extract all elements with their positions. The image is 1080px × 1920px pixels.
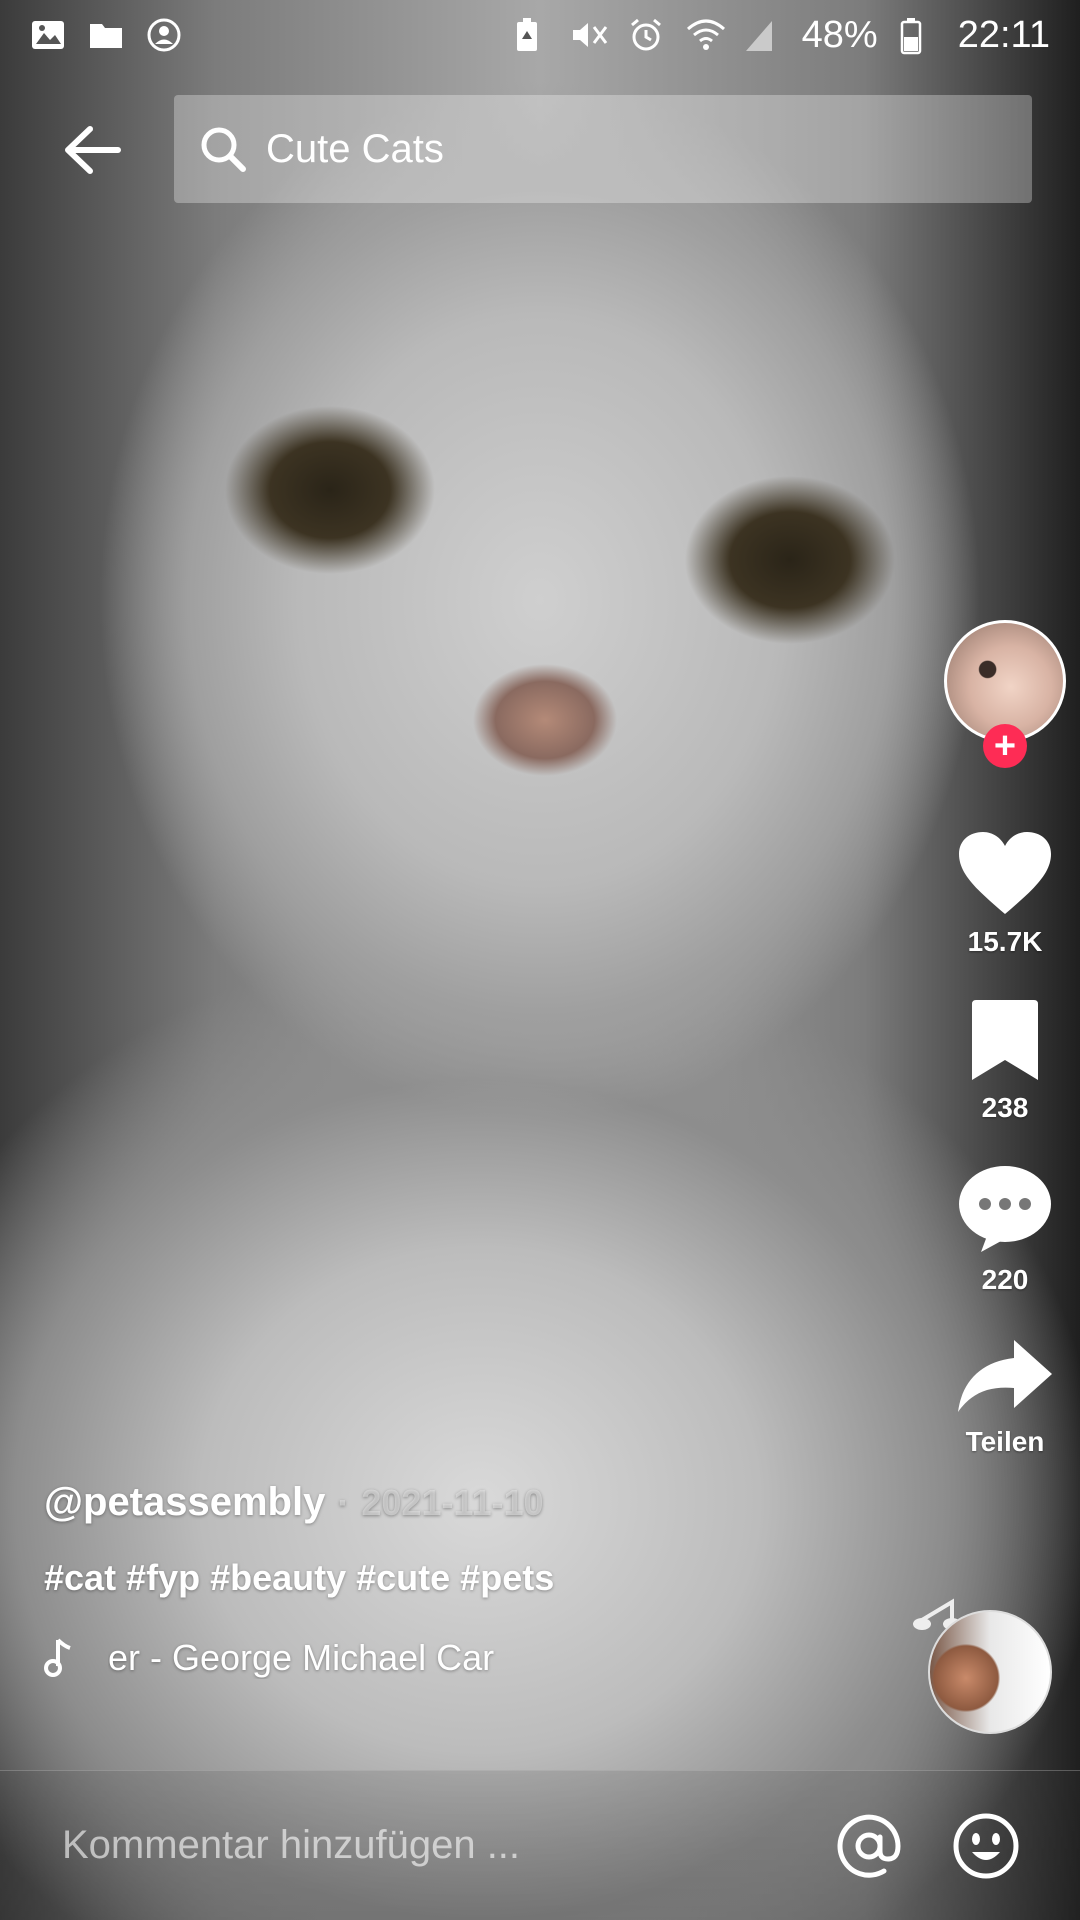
emoji-icon: [953, 1813, 1019, 1878]
search-icon: [198, 124, 248, 174]
status-bar: 48% 22:11: [0, 0, 1080, 70]
save-count: 238: [981, 1092, 1029, 1123]
mention-button[interactable]: [834, 1811, 904, 1881]
gallery-icon: [30, 17, 66, 53]
back-arrow-icon: [65, 126, 121, 174]
save-button[interactable]: 238: [968, 998, 1042, 1124]
music-disc: [928, 1610, 1052, 1734]
hashtags[interactable]: #cat #fyp #beauty #cute #pets: [44, 1557, 764, 1599]
at-sign-icon: [837, 1814, 901, 1878]
battery-percent: 48%: [801, 13, 878, 56]
search-query: Cute Cats: [266, 126, 444, 171]
share-button[interactable]: Teilen: [956, 1336, 1054, 1458]
battery-icon: [900, 17, 936, 55]
like-count: 15.7K: [967, 926, 1043, 957]
comment-count: 220: [981, 1264, 1029, 1295]
top-bar: Cute Cats: [0, 95, 1080, 205]
back-button[interactable]: [32, 95, 152, 205]
comment-bar: [0, 1770, 1080, 1920]
battery-saver-icon: [512, 17, 548, 53]
music-ticker[interactable]: er - George Michael Car: [44, 1637, 764, 1679]
bookmark-icon: [972, 1000, 1038, 1080]
wifi-icon: [686, 17, 725, 53]
search-field[interactable]: Cute Cats: [174, 95, 1032, 203]
music-note-icon: [44, 1638, 71, 1677]
comment-input[interactable]: [60, 1822, 786, 1869]
heart-icon: [959, 832, 1051, 914]
music-disc-button[interactable]: [912, 1590, 1052, 1734]
signal-icon: [744, 17, 780, 53]
alarm-icon: [628, 17, 664, 53]
date-separator: ·: [337, 1482, 350, 1523]
comment-button[interactable]: 220: [957, 1164, 1053, 1296]
clock: 22:11: [957, 13, 1050, 56]
emoji-button[interactable]: [952, 1812, 1020, 1880]
share-arrow-icon: [958, 1340, 1052, 1412]
author-handle[interactable]: @petassembly: [44, 1480, 325, 1525]
like-button[interactable]: 15.7K: [957, 830, 1053, 958]
comment-bubble-icon: [959, 1166, 1051, 1252]
follow-plus-icon[interactable]: +: [983, 724, 1027, 768]
folder-icon: [88, 17, 124, 53]
post-date: 2021-11-10: [361, 1482, 544, 1523]
music-track-text: er - George Michael Car: [108, 1637, 495, 1678]
share-label: Teilen: [965, 1426, 1045, 1457]
mute-icon: [570, 17, 607, 53]
creator-avatar-button[interactable]: +: [944, 620, 1066, 770]
video-caption: @petassembly · 2021-11-10 #cat #fyp #bea…: [44, 1480, 764, 1679]
account-circle-icon: [146, 17, 182, 53]
action-rail: + 15.7K 238 220 Teilen: [930, 620, 1080, 1458]
